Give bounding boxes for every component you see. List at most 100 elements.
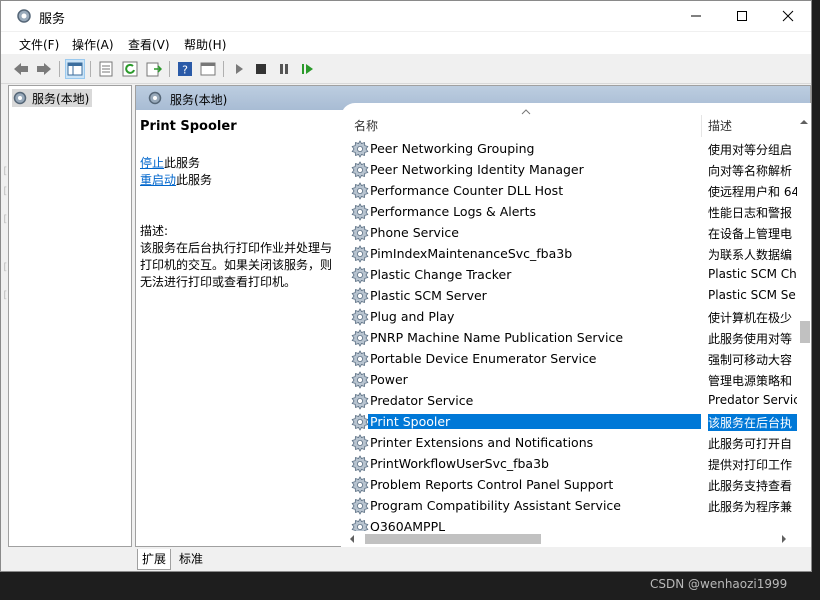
service-row[interactable]: Peer Networking Identity Manager 向对等名称解析 xyxy=(341,159,797,180)
service-name: Performance Logs & Alerts xyxy=(370,204,536,219)
column-header-desc[interactable]: 描述 xyxy=(708,117,732,134)
help-button[interactable]: ? xyxy=(175,59,195,79)
service-gear-icon xyxy=(351,497,369,515)
service-gear-icon xyxy=(351,413,369,431)
pause-service-button[interactable] xyxy=(274,59,294,79)
menu-help[interactable]: 帮助(H) xyxy=(184,36,226,53)
service-row[interactable]: Portable Device Enumerator Service 强制可移动大… xyxy=(341,348,797,369)
maximize-button[interactable] xyxy=(719,1,765,31)
export-icon xyxy=(146,62,162,77)
menu-file[interactable]: 文件(F) xyxy=(19,36,59,53)
scroll-up-icon[interactable] xyxy=(800,119,808,125)
window-title: 服务 xyxy=(39,12,66,27)
view-tabs: 扩展 标准 xyxy=(135,549,811,571)
restart-service-button[interactable] xyxy=(298,59,318,79)
show-hide-tree-button[interactable] xyxy=(65,59,85,79)
column-separator xyxy=(701,115,702,137)
service-gear-icon xyxy=(351,308,369,326)
menu-view[interactable]: 查看(V) xyxy=(128,36,170,53)
tab-extended[interactable]: 扩展 xyxy=(137,549,172,570)
start-service-button[interactable] xyxy=(229,59,249,79)
service-gear-icon xyxy=(351,203,369,221)
back-arrow-icon xyxy=(14,63,28,75)
console-view-button[interactable] xyxy=(198,59,218,79)
service-row[interactable]: Power 管理电源策略和 xyxy=(341,369,797,390)
scroll-left-icon[interactable] xyxy=(349,535,355,543)
vertical-scrollbar[interactable] xyxy=(797,109,811,529)
scroll-right-icon[interactable] xyxy=(781,535,787,543)
background-code-glyph: [ xyxy=(2,262,9,273)
vertical-scroll-thumb[interactable] xyxy=(800,321,810,343)
service-name: Peer Networking Identity Manager xyxy=(370,162,584,177)
refresh-icon xyxy=(122,61,138,77)
service-description: 在设备上管理电 xyxy=(708,227,793,241)
service-row[interactable]: Print Spooler 该服务在后台执 xyxy=(341,411,797,432)
service-row[interactable]: Printer Extensions and Notifications 此服务可… xyxy=(341,432,797,453)
service-row[interactable]: Phone Service 在设备上管理电 xyxy=(341,222,797,243)
toolbar-separator xyxy=(169,61,170,77)
service-description: 使远程用户和 64 xyxy=(708,185,797,199)
restart-link-suffix: 此服务 xyxy=(176,173,213,187)
restart-service-link[interactable]: 重启动 xyxy=(140,173,176,187)
service-gear-icon xyxy=(351,476,369,494)
menu-action[interactable]: 操作(A) xyxy=(72,36,114,53)
service-row[interactable]: Plug and Play 使计算机在极少 xyxy=(341,306,797,327)
service-gear-icon xyxy=(351,371,369,389)
service-row[interactable]: Plastic SCM Server Plastic SCM Se xyxy=(341,285,797,306)
selected-service-name: Print Spooler xyxy=(140,119,237,134)
horizontal-scrollbar[interactable] xyxy=(341,531,797,547)
service-gear-icon xyxy=(351,392,369,410)
service-row[interactable]: Performance Logs & Alerts 性能日志和警报 xyxy=(341,201,797,222)
service-description: 此服务为程序兼 xyxy=(708,500,793,514)
service-row[interactable]: Predator Service Predator Servic xyxy=(341,390,797,411)
service-gear-icon xyxy=(351,161,369,179)
service-row[interactable]: Plastic Change Tracker Plastic SCM Ch xyxy=(341,264,797,285)
service-description: 使用对等分组启 xyxy=(708,143,793,157)
service-row[interactable]: PrintWorkflowUserSvc_fba3b 提供对打印工作 xyxy=(341,453,797,474)
service-description: 此服务使用对等 xyxy=(708,332,793,346)
console-tree: 服务(本地) xyxy=(8,85,132,547)
service-gear-icon xyxy=(351,455,369,473)
minimize-button[interactable] xyxy=(673,1,719,31)
toolbar-separator xyxy=(59,61,60,77)
console-view-icon xyxy=(200,62,216,76)
close-button[interactable] xyxy=(765,1,811,31)
tree-item-services-local[interactable]: 服务(本地) xyxy=(12,89,93,107)
service-row[interactable]: Program Compatibility Assistant Service 此… xyxy=(341,495,797,516)
maximize-icon xyxy=(737,11,747,21)
service-description: Plastic SCM Ch xyxy=(708,267,797,281)
tree-item-label: 服务(本地) xyxy=(32,91,90,106)
service-gear-icon xyxy=(351,434,369,452)
properties-icon xyxy=(99,61,113,77)
refresh-button[interactable] xyxy=(120,59,140,79)
service-gear-icon xyxy=(351,224,369,242)
column-header-name[interactable]: 名称 xyxy=(354,117,378,134)
background-code-glyph: [ xyxy=(2,214,9,225)
export-list-button[interactable] xyxy=(144,59,164,79)
service-name: Phone Service xyxy=(370,225,459,240)
services-gear-icon xyxy=(17,9,31,23)
service-row[interactable]: Problem Reports Control Panel Support 此服务… xyxy=(341,474,797,495)
service-name: Plastic Change Tracker xyxy=(370,267,512,282)
service-row[interactable]: PimIndexMaintenanceSvc_fba3b 为联系人数据编 xyxy=(341,243,797,264)
svg-text:?: ? xyxy=(182,64,188,77)
forward-button[interactable] xyxy=(34,59,54,79)
help-icon: ? xyxy=(178,62,192,77)
horizontal-scroll-thumb[interactable] xyxy=(365,534,541,544)
service-name: PNRP Machine Name Publication Service xyxy=(370,330,624,345)
service-row[interactable]: Peer Networking Grouping 使用对等分组启 xyxy=(341,138,797,159)
service-row[interactable]: PNRP Machine Name Publication Service 此服务… xyxy=(341,327,797,348)
tab-standard[interactable]: 标准 xyxy=(175,549,207,569)
toolbar: ? xyxy=(1,55,811,84)
service-name: Program Compatibility Assistant Service xyxy=(370,498,621,513)
properties-button[interactable] xyxy=(96,59,116,79)
stop-service-link[interactable]: 停止 xyxy=(140,156,164,170)
extended-description-panel: Print Spooler 停止此服务 重启动此服务 描述: 该服务在后台执行打… xyxy=(140,118,336,291)
stop-service-button[interactable] xyxy=(251,59,271,79)
back-button[interactable] xyxy=(11,59,31,79)
toolbar-separator xyxy=(90,61,91,77)
service-row[interactable]: Performance Counter DLL Host 使远程用户和 64 xyxy=(341,180,797,201)
service-name: Predator Service xyxy=(370,393,474,408)
sort-ascending-icon xyxy=(521,109,531,115)
background-code-glyph: [ xyxy=(2,166,9,177)
